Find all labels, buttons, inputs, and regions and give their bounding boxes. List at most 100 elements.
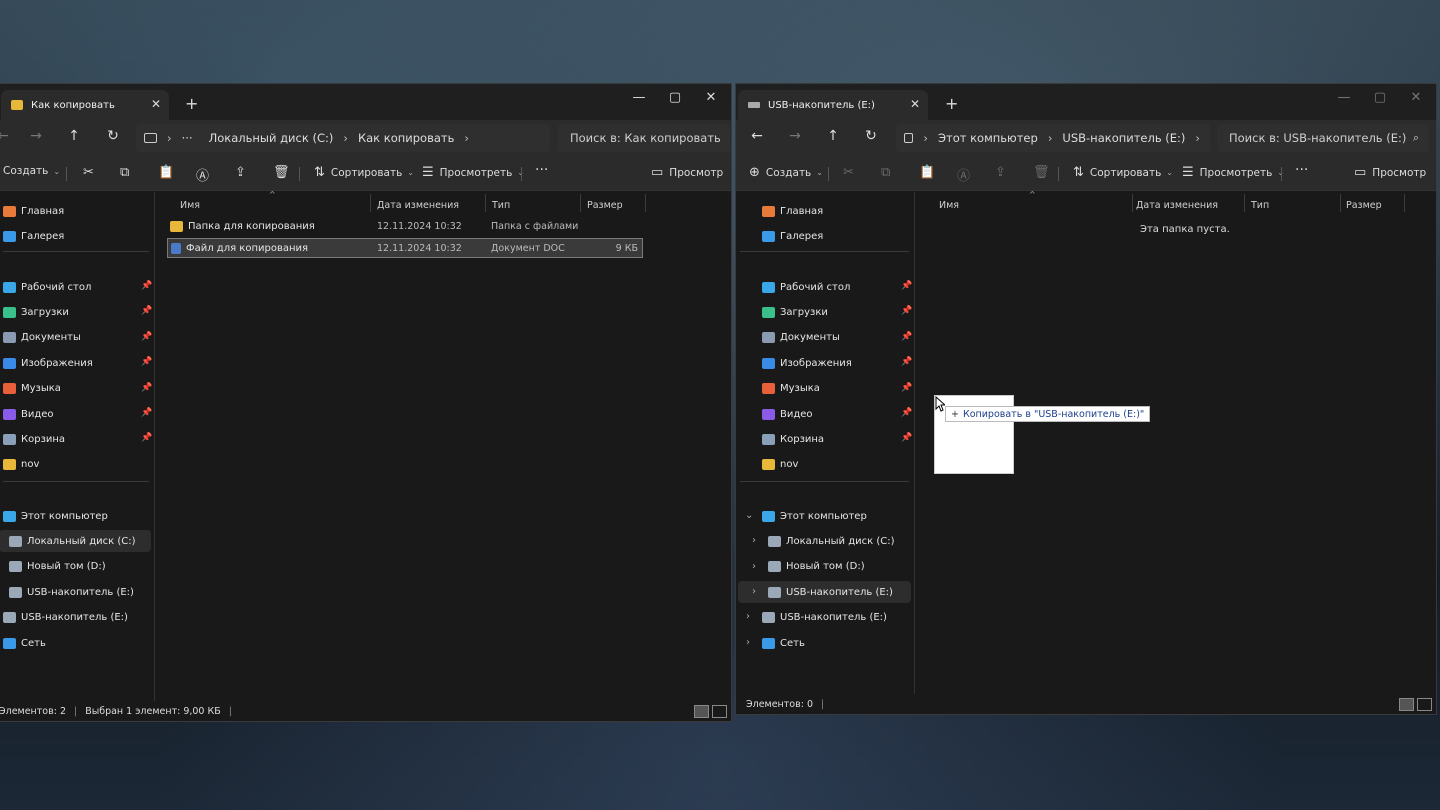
sidebar-item[interactable]: Главная bbox=[736, 200, 911, 222]
preview-button[interactable]: ▭ Просмотр bbox=[651, 165, 723, 180]
rename-icon[interactable]: Ⓐ bbox=[196, 165, 209, 184]
pin-icon[interactable]: 📌 bbox=[901, 357, 912, 367]
sidebar-item[interactable]: Документы bbox=[0, 327, 151, 349]
breadcrumb-more[interactable]: ··· bbox=[182, 131, 193, 145]
back-button[interactable]: ← bbox=[747, 128, 767, 144]
close-tab-icon[interactable]: ✕ bbox=[151, 97, 161, 111]
maximize-button[interactable]: ▢ bbox=[1362, 88, 1398, 108]
view-button[interactable]: ☰Просмотреть⌄ bbox=[1182, 165, 1284, 180]
column-header-size[interactable]: Размер bbox=[1346, 200, 1382, 211]
sidebar-item[interactable]: Изображения bbox=[0, 352, 151, 374]
pin-icon[interactable]: 📌 bbox=[901, 433, 912, 443]
sidebar-item[interactable]: Новый том (D:) bbox=[738, 556, 911, 578]
up-button[interactable]: ↑ bbox=[64, 128, 84, 144]
more-options-button[interactable]: ··· bbox=[1295, 162, 1308, 178]
sidebar-item[interactable]: Корзина bbox=[0, 428, 151, 450]
tab-active[interactable]: USB-накопитель (E:) ✕ bbox=[738, 90, 928, 120]
forward-button[interactable]: → bbox=[785, 128, 805, 144]
copy-icon[interactable]: ⧉ bbox=[881, 165, 890, 180]
sidebar-item[interactable]: Видео bbox=[736, 403, 911, 425]
sidebar-item[interactable]: Локальный диск (C:) bbox=[0, 530, 151, 552]
view-button[interactable]: ☰Просмотреть⌄ bbox=[422, 165, 524, 180]
pin-icon[interactable]: 📌 bbox=[141, 408, 152, 418]
delete-icon[interactable]: 🗑 bbox=[1033, 165, 1050, 180]
sidebar-item[interactable]: Этот компьютер bbox=[736, 505, 911, 527]
breadcrumb-item[interactable]: Локальный диск (C:) bbox=[209, 131, 334, 145]
breadcrumb-item[interactable]: USB-накопитель (E:) bbox=[1062, 131, 1185, 145]
maximize-button[interactable]: ▢ bbox=[657, 88, 693, 108]
sidebar-item[interactable]: Локальный диск (C:) bbox=[738, 530, 911, 552]
sort-button[interactable]: ⇅ Сортировать ⌄ bbox=[314, 165, 414, 180]
create-button[interactable]: Создать ⌄ bbox=[3, 165, 60, 177]
close-button[interactable]: ✕ bbox=[1398, 88, 1434, 108]
copy-icon[interactable]: ⧉ bbox=[120, 165, 129, 180]
sidebar-item[interactable]: Рабочий стол bbox=[736, 276, 911, 298]
file-row-selected[interactable]: Файл для копирования 12.11.2024 10:32 До… bbox=[167, 238, 643, 258]
chevron-right-icon[interactable]: › bbox=[752, 586, 756, 597]
pin-icon[interactable]: 📌 bbox=[901, 306, 912, 316]
column-header-date[interactable]: Дата изменения bbox=[377, 200, 459, 211]
new-tab-button[interactable]: + bbox=[945, 94, 958, 113]
preview-button[interactable]: ▭ Просмотр bbox=[1354, 165, 1426, 180]
refresh-button[interactable]: ↻ bbox=[861, 128, 881, 144]
file-row[interactable]: Папка для копирования 12.11.2024 10:32 П… bbox=[167, 216, 643, 236]
sidebar-item[interactable]: Галерея bbox=[736, 225, 911, 247]
more-options-button[interactable]: ··· bbox=[535, 162, 548, 178]
search-input[interactable]: Поиск в: USB-накопитель (E:) ⌕ bbox=[1217, 124, 1429, 152]
sidebar-item[interactable]: Сеть bbox=[0, 632, 151, 654]
column-header-date[interactable]: Дата изменения bbox=[1136, 200, 1218, 211]
refresh-button[interactable]: ↻ bbox=[103, 128, 123, 144]
up-button[interactable]: ↑ bbox=[823, 128, 843, 144]
column-header-type[interactable]: Тип bbox=[492, 200, 510, 211]
pin-icon[interactable]: 📌 bbox=[141, 332, 152, 342]
sidebar-item[interactable]: Главная bbox=[0, 200, 151, 222]
sidebar-item[interactable]: Музыка bbox=[736, 378, 911, 400]
details-view-button[interactable] bbox=[694, 705, 709, 718]
paste-icon[interactable]: 📋 bbox=[919, 165, 935, 180]
paste-icon[interactable]: 📋 bbox=[158, 165, 174, 180]
pin-icon[interactable]: 📌 bbox=[901, 383, 912, 393]
tab-active[interactable]: Как копировать ✕ bbox=[1, 90, 169, 120]
close-tab-icon[interactable]: ✕ bbox=[910, 97, 920, 111]
cut-icon[interactable]: ✂ bbox=[83, 165, 94, 180]
sidebar-item[interactable]: Сеть bbox=[736, 632, 911, 654]
forward-button[interactable]: → bbox=[26, 128, 46, 144]
sidebar-item[interactable]: Музыка bbox=[0, 378, 151, 400]
column-header-name[interactable]: Имя bbox=[180, 200, 200, 211]
tiles-view-button[interactable] bbox=[712, 705, 727, 718]
address-bar[interactable]: › ··· Локальный диск (C:) › Как копирова… bbox=[136, 124, 550, 152]
sidebar-item[interactable]: Рабочий стол bbox=[0, 276, 151, 298]
close-button[interactable]: ✕ bbox=[693, 88, 729, 108]
pin-icon[interactable]: 📌 bbox=[901, 408, 912, 418]
sidebar-item[interactable]: Загрузки bbox=[736, 301, 911, 323]
breadcrumb-item[interactable]: Этот компьютер bbox=[938, 131, 1038, 145]
create-button[interactable]: ⊕ Создать ⌄ bbox=[749, 165, 823, 180]
sidebar-item[interactable]: Изображения bbox=[736, 352, 911, 374]
chevron-right-icon[interactable]: › bbox=[746, 637, 750, 648]
cut-icon[interactable]: ✂ bbox=[843, 165, 854, 180]
pin-icon[interactable]: 📌 bbox=[141, 306, 152, 316]
column-header-size[interactable]: Размер bbox=[587, 200, 623, 211]
column-header-type[interactable]: Тип bbox=[1251, 200, 1269, 211]
sidebar-item[interactable]: USB-накопитель (E:) bbox=[0, 581, 151, 603]
rename-icon[interactable]: Ⓐ bbox=[957, 165, 970, 184]
sidebar-item[interactable]: Загрузки bbox=[0, 301, 151, 323]
pin-icon[interactable]: 📌 bbox=[141, 433, 152, 443]
details-view-button[interactable] bbox=[1399, 698, 1414, 711]
back-button[interactable]: ← bbox=[0, 128, 13, 144]
sidebar-item[interactable]: Видео bbox=[0, 403, 151, 425]
sidebar-item[interactable]: Галерея bbox=[0, 225, 151, 247]
sidebar-item[interactable]: Новый том (D:) bbox=[0, 556, 151, 578]
breadcrumb-item[interactable]: Как копировать bbox=[358, 131, 454, 145]
chevron-down-icon[interactable]: ⌄ bbox=[745, 510, 753, 521]
chevron-right-icon[interactable]: › bbox=[752, 535, 756, 546]
pin-icon[interactable]: 📌 bbox=[901, 332, 912, 342]
sidebar-item[interactable]: nov bbox=[0, 453, 151, 475]
minimize-button[interactable]: — bbox=[621, 88, 657, 108]
sidebar-item[interactable]: Этот компьютер bbox=[0, 505, 151, 527]
minimize-button[interactable]: — bbox=[1326, 88, 1362, 108]
sidebar-item[interactable]: Корзина bbox=[736, 428, 911, 450]
pin-icon[interactable]: 📌 bbox=[141, 383, 152, 393]
sidebar-item[interactable]: USB-накопитель (E:) bbox=[738, 581, 911, 603]
pin-icon[interactable]: 📌 bbox=[901, 281, 912, 291]
